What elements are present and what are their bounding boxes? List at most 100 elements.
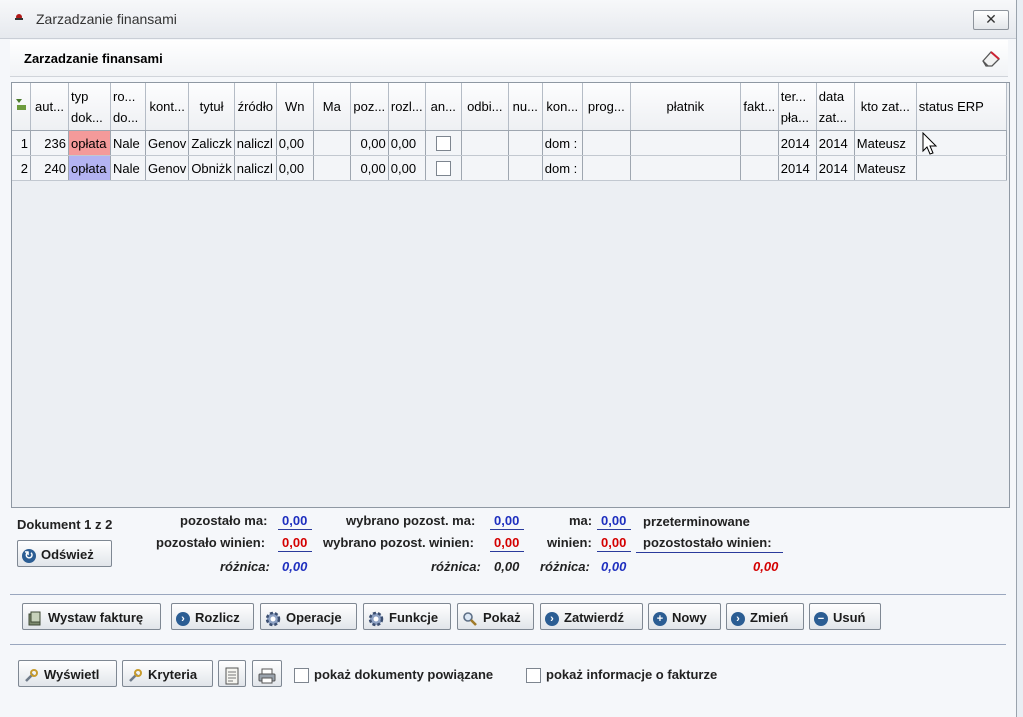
table-row[interactable]: 2 240 opłata Nale Genov Obniżk naliczl 0… — [12, 155, 1007, 181]
cell-an[interactable] — [425, 130, 462, 156]
zmien-button[interactable]: › Zmień — [726, 603, 804, 630]
wystaw-fakture-button[interactable]: Wystaw fakturę — [22, 603, 161, 630]
column-header[interactable]: odbi... — [461, 83, 509, 131]
funkcje-button[interactable]: Funkcje — [363, 603, 451, 630]
an-checkbox[interactable] — [435, 136, 451, 152]
cell-prog[interactable] — [582, 130, 631, 156]
cell-kon[interactable]: dom : — [542, 130, 583, 156]
column-header[interactable]: an... — [425, 83, 462, 131]
pokaz-info-faktura-label[interactable]: pokaż informacje o fakturze — [546, 667, 717, 682]
cell-odbi[interactable] — [461, 130, 509, 156]
column-header[interactable]: Ma — [313, 83, 351, 131]
cell-ma[interactable] — [313, 130, 351, 156]
column-header[interactable]: rozl... — [388, 83, 426, 131]
cell-tytul[interactable]: Obniżk — [188, 155, 235, 181]
column-header[interactable]: kon... — [542, 83, 583, 131]
printer-icon — [258, 668, 276, 684]
cell-typ[interactable]: opłata — [68, 155, 111, 181]
operacje-button[interactable]: Operacje — [260, 603, 357, 630]
roznica-value-1: 0,00 — [282, 559, 308, 574]
cell-aut[interactable]: 236 — [30, 130, 69, 156]
cell-wn[interactable]: 0,00 — [276, 130, 314, 156]
cell-fakt[interactable] — [740, 130, 779, 156]
cell-ro[interactable]: Nale — [110, 155, 146, 181]
usun-button[interactable]: − Usuń — [809, 603, 881, 630]
column-header[interactable]: fakt... — [740, 83, 779, 131]
column-header[interactable]: ro... do... — [110, 83, 146, 131]
cell-poz[interactable]: 0,00 — [350, 130, 389, 156]
nowy-button[interactable]: + Nowy — [648, 603, 721, 630]
column-header[interactable]: nu... — [508, 83, 543, 131]
eraser-icon[interactable] — [980, 48, 1002, 68]
table-header-row: aut... typ dok... ro... do... kont... ty… — [12, 83, 1007, 131]
cell-aut[interactable]: 240 — [30, 155, 69, 181]
cell-platnik[interactable] — [630, 130, 741, 156]
pokaz-info-faktura-checkbox[interactable] — [526, 668, 541, 683]
table-row[interactable]: 1 236 opłata Nale Genov Zaliczk naliczl … — [12, 130, 1007, 156]
cell-kto[interactable]: Mateusz — [854, 130, 917, 156]
cell-typ[interactable]: opłata — [68, 130, 111, 156]
print-button[interactable] — [252, 660, 282, 687]
zatwierdz-label: Zatwierdź — [564, 610, 624, 625]
cell-nu[interactable] — [508, 155, 543, 181]
cell-an[interactable] — [425, 155, 462, 181]
document-button[interactable] — [218, 660, 246, 687]
cell-ro[interactable]: Nale — [110, 130, 146, 156]
cell-zrodlo[interactable]: naliczl — [234, 130, 277, 156]
cell-kont[interactable]: Genov — [145, 130, 190, 156]
wybrano-winien-value: 0,00 — [494, 535, 520, 550]
cell-lp[interactable]: 2 — [12, 155, 31, 181]
column-header[interactable]: źródło — [234, 83, 277, 131]
column-header[interactable]: status ERP — [916, 83, 1007, 131]
column-header[interactable]: kto zat... — [854, 83, 917, 131]
rozlicz-button[interactable]: › Rozlicz — [171, 603, 254, 630]
column-header[interactable]: Wn — [276, 83, 314, 131]
cell-kto[interactable]: Mateusz — [854, 155, 917, 181]
cell-poz[interactable]: 0,00 — [350, 155, 389, 181]
column-header[interactable]: prog... — [582, 83, 631, 131]
cell-wn[interactable]: 0,00 — [276, 155, 314, 181]
cell-ter[interactable]: 2014 — [778, 130, 817, 156]
cell-prog[interactable] — [582, 155, 631, 181]
cell-kon[interactable]: dom : — [542, 155, 583, 181]
cell-ter[interactable]: 2014 — [778, 155, 817, 181]
pokaz-powiazane-checkbox[interactable] — [294, 668, 309, 683]
column-header[interactable]: ter... pła... — [778, 83, 817, 131]
cell-kont[interactable]: Genov — [145, 155, 190, 181]
przeterminowane-label: przeterminowane — [643, 514, 750, 529]
wyswietl-button[interactable]: Wyświetl — [18, 660, 117, 687]
search-icon — [463, 611, 477, 626]
cell-platnik[interactable] — [630, 155, 741, 181]
cell-lp[interactable]: 1 — [12, 130, 31, 156]
column-header[interactable]: data zat... — [816, 83, 855, 131]
cell-fakt[interactable] — [740, 155, 779, 181]
column-header-sort[interactable] — [12, 83, 31, 131]
close-button[interactable]: ✕ — [973, 10, 1009, 30]
column-header[interactable]: poz... — [350, 83, 389, 131]
cell-data[interactable]: 2014 — [816, 155, 855, 181]
column-header[interactable]: tytuł — [188, 83, 235, 131]
gear-icon — [265, 611, 281, 626]
wrench-icon — [25, 668, 38, 682]
cell-nu[interactable] — [508, 130, 543, 156]
cell-tytul[interactable]: Zaliczk — [188, 130, 235, 156]
zatwierdz-button[interactable]: › Zatwierdź — [540, 603, 643, 630]
column-header[interactable]: płatnik — [630, 83, 741, 131]
documents-table: aut... typ dok... ro... do... kont... ty… — [12, 83, 1007, 181]
an-checkbox[interactable] — [435, 161, 451, 177]
cell-data[interactable]: 2014 — [816, 130, 855, 156]
column-header[interactable]: aut... — [30, 83, 69, 131]
funkcje-label: Funkcje — [389, 610, 439, 625]
refresh-button[interactable]: ↻ Odśwież — [17, 540, 112, 567]
column-header[interactable]: typ dok... — [68, 83, 111, 131]
pokaz-button[interactable]: Pokaż — [457, 603, 534, 630]
cell-rozl[interactable]: 0,00 — [388, 130, 426, 156]
pokaz-powiazane-label[interactable]: pokaż dokumenty powiązane — [314, 667, 493, 682]
kryteria-button[interactable]: Kryteria — [122, 660, 213, 687]
column-header[interactable]: kont... — [145, 83, 190, 131]
cell-status[interactable] — [916, 155, 1007, 181]
cell-zrodlo[interactable]: naliczl — [234, 155, 277, 181]
cell-ma[interactable] — [313, 155, 351, 181]
cell-odbi[interactable] — [461, 155, 509, 181]
cell-rozl[interactable]: 0,00 — [388, 155, 426, 181]
